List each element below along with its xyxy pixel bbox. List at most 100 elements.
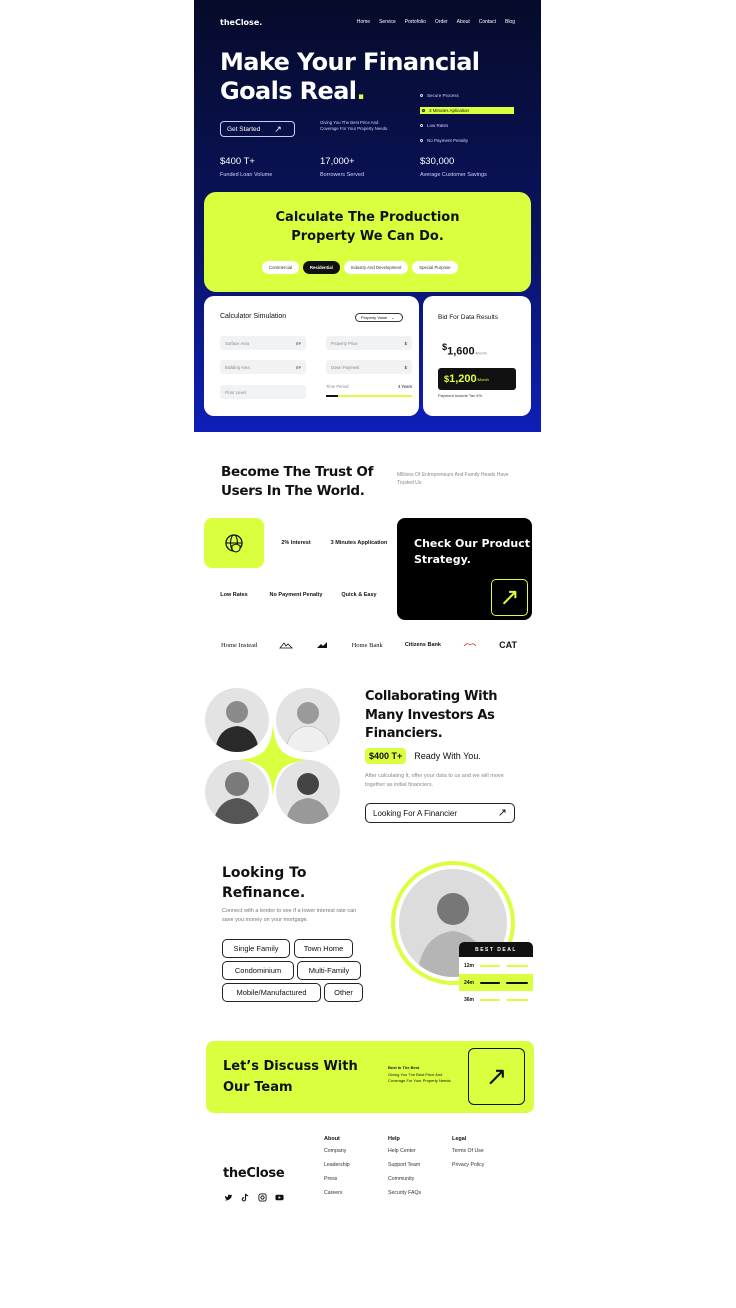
footer-link-support-team[interactable]: Support Team (388, 1162, 421, 1176)
partner-logos: Home Instead Home Bank Citizens Bank CAT (221, 638, 517, 652)
tab-special-purpose[interactable]: Special Purpose (412, 261, 458, 274)
time-period-row: Time Period 4 Years (326, 384, 412, 389)
field-placeholder: Property Price (331, 340, 358, 346)
time-period-label: Time Period (326, 384, 349, 389)
stat-label: Average Customer Savings (420, 172, 487, 178)
refinance-title: Looking To Refinance. (222, 865, 307, 901)
nav-links: Home Service Portofolio Order About Cont… (357, 19, 515, 25)
best-deal-title: BEST DEAL (459, 942, 533, 957)
property-value-select[interactable]: Property Value ⌄ (355, 313, 403, 322)
footer-link-security-faqs[interactable]: Security FAQs (388, 1190, 421, 1204)
down-payment-field[interactable]: Down Payment $ (326, 360, 412, 374)
logo-citizens-bank: Citizens Bank (404, 642, 441, 648)
bullet-icon (422, 109, 425, 112)
person-icon (285, 702, 331, 752)
get-started-button[interactable]: Get Started ↗ (220, 121, 295, 137)
footer-link-company[interactable]: Company (324, 1148, 350, 1162)
trust-title: Become The Trust Of Users In The World. (221, 464, 374, 499)
bid-value: 1,600 (447, 345, 475, 358)
chip-town-home[interactable]: Town Home (294, 939, 353, 958)
deal-row[interactable]: 12m (459, 957, 533, 974)
investors-subtitle: After calculating it, offer your data to… (365, 773, 504, 788)
cta-sub-text: Giving You The Best Price And Coverage F… (388, 1071, 452, 1084)
footer-link-privacy[interactable]: Privacy Policy (452, 1162, 484, 1176)
chip-mobile-manufactured[interactable]: Mobile/Manufactured (222, 983, 321, 1002)
chart-logo-icon (317, 642, 328, 648)
deal-bar (480, 998, 501, 1001)
trust-subtitle: Millions Of Entrepreneurs And Family Hea… (397, 472, 509, 486)
slider-track[interactable] (326, 395, 412, 397)
feature-quick-easy: Quick & Easy (329, 570, 389, 620)
feature-interest: 2% Interest (266, 518, 326, 568)
investor-avatar (205, 688, 269, 752)
surface-area-field[interactable]: Surface Area m² (220, 336, 306, 350)
stat-item: $30,000 Average Customer Savings (420, 156, 520, 178)
time-period-slider[interactable]: Time Period 4 Years (326, 384, 412, 397)
nav-link-home[interactable]: Home (357, 19, 370, 25)
instagram-icon[interactable] (258, 1193, 267, 1202)
property-price-field[interactable]: Property Price $ (326, 336, 412, 350)
deal-row-selected[interactable]: 24m (459, 974, 533, 991)
footer-column-help: Help Help Center Support Team Community … (388, 1136, 421, 1204)
nav-link-blog[interactable]: Blog (505, 19, 515, 25)
stat-label: Funded Loan Volume (220, 172, 273, 178)
bullet-icon (420, 124, 423, 127)
tab-industry-development[interactable]: Industry And Development (343, 261, 409, 274)
slider-fill (326, 395, 339, 397)
calculate-title-line1: Calculate The Production (275, 210, 460, 225)
floor-level-field[interactable]: Floor Level (220, 385, 306, 399)
stat-value: $400 T+ (220, 156, 255, 167)
tab-commercial[interactable]: Commercial (262, 261, 299, 274)
tab-residential[interactable]: Residential (302, 261, 340, 274)
footer-link-careers[interactable]: Careers (324, 1190, 350, 1204)
arrow-up-right-icon[interactable]: ↗ (491, 579, 528, 616)
nav-link-order[interactable]: Order (435, 19, 448, 25)
footer-link-press[interactable]: Press (324, 1176, 350, 1190)
nav-link-service[interactable]: Service (379, 19, 396, 25)
select-value: Property Value (361, 315, 388, 320)
chip-multi-family[interactable]: Multi-Family (297, 961, 361, 980)
bullet-icon (420, 94, 423, 97)
field-unit: $ (404, 340, 407, 346)
step-label: Low Rates (427, 123, 449, 128)
field-unit: m² (296, 364, 301, 370)
nav-link-about[interactable]: About (457, 19, 470, 25)
logo-home-bank: Home Bank (351, 641, 383, 649)
logo-home-instead: Home Instead (221, 641, 258, 649)
footer-link-leadership[interactable]: Leadership (324, 1162, 350, 1176)
building-area-field[interactable]: Building Area m² (220, 360, 306, 374)
tiktok-icon[interactable] (241, 1193, 250, 1202)
investors-ready-text: Ready With You. (414, 751, 481, 761)
footer-heading: Help (388, 1136, 400, 1142)
nav-link-portofolio[interactable]: Portofolio (405, 19, 426, 25)
logo-cat: CAT (499, 640, 517, 650)
investors-badge: $400 T+ (365, 748, 407, 764)
check-strategy-card[interactable]: Check Our Product Strategy. ↗ (397, 518, 532, 620)
bid-value: 1,200 (449, 373, 477, 385)
twitter-icon[interactable] (224, 1193, 233, 1202)
hero-title-line1: Make Your Financial (220, 48, 480, 76)
chip-single-family[interactable]: Single Family (222, 939, 290, 958)
calculate-title: Calculate The Production Property We Can… (204, 208, 531, 246)
nav-link-contact[interactable]: Contact (479, 19, 496, 25)
deal-row[interactable]: 36m (459, 991, 533, 1008)
youtube-icon[interactable] (275, 1193, 284, 1202)
investors-title: Collaborating With Many Investors As Fin… (365, 689, 498, 741)
hero-section: theClose. Home Service Portofolio Order … (194, 0, 541, 432)
deal-term: 36m (464, 996, 475, 1003)
brand-logo[interactable]: theClose. (220, 18, 262, 27)
footer-link-terms[interactable]: Terms Of Use (452, 1148, 484, 1162)
chip-other[interactable]: Other (324, 983, 363, 1002)
bid-note: Payment Include Tax 4%. (438, 393, 484, 398)
deal-bar (506, 981, 529, 984)
bid-unit: /Month (476, 376, 489, 382)
investor-avatar (276, 760, 340, 824)
calculator-simulation-card: Calculator Simulation Property Value ⌄ S… (204, 296, 419, 416)
footer-link-help-center[interactable]: Help Center (388, 1148, 421, 1162)
arrow-up-right-icon[interactable]: ↗ (468, 1048, 525, 1105)
footer-link-community[interactable]: Community (388, 1176, 421, 1190)
chip-condominium[interactable]: Condominium (222, 961, 294, 980)
person-icon (286, 773, 330, 824)
footer-logo[interactable]: theClose (223, 1166, 285, 1181)
looking-for-financier-button[interactable]: Looking For A Financier ↗ (365, 803, 515, 823)
